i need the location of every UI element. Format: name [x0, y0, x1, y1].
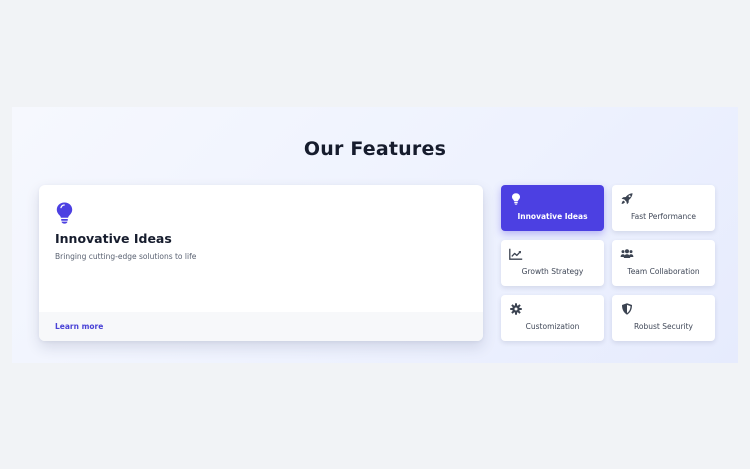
learn-more-link[interactable]: Learn more: [55, 322, 103, 331]
feature-tile-label: Growth Strategy: [521, 267, 584, 276]
card-footer: Learn more: [39, 312, 483, 341]
feature-tile-label: Innovative Ideas: [517, 212, 588, 221]
chart-line-icon: [509, 248, 523, 260]
rocket-icon: [621, 193, 634, 205]
lightbulb-icon: [56, 202, 73, 224]
feature-tile-innovative-ideas[interactable]: Innovative Ideas: [501, 185, 604, 231]
feature-tile-label: Fast Performance: [631, 212, 696, 221]
feature-tile-robust-security[interactable]: Robust Security: [612, 295, 715, 341]
section-title: Our Features: [303, 138, 447, 160]
feature-tile-label: Robust Security: [633, 322, 693, 331]
feature-heading: Innovative Ideas: [55, 231, 172, 246]
feature-tile-label: Customization: [525, 322, 580, 331]
feature-tile-growth-strategy[interactable]: Growth Strategy: [501, 240, 604, 286]
feature-tile-team-collaboration[interactable]: Team Collaboration: [612, 240, 715, 286]
users-icon: [620, 249, 634, 258]
feature-detail-card: Innovative Ideas Bringing cutting-edge s…: [39, 185, 483, 341]
feature-tile-label: Team Collaboration: [627, 267, 700, 276]
lightbulb-icon: [512, 193, 520, 205]
gear-icon: [510, 303, 522, 315]
shield-icon: [622, 303, 632, 315]
feature-tile-customization[interactable]: Customization: [501, 295, 604, 341]
feature-description: Bringing cutting-edge solutions to life: [55, 252, 197, 261]
feature-tile-fast-performance[interactable]: Fast Performance: [612, 185, 715, 231]
